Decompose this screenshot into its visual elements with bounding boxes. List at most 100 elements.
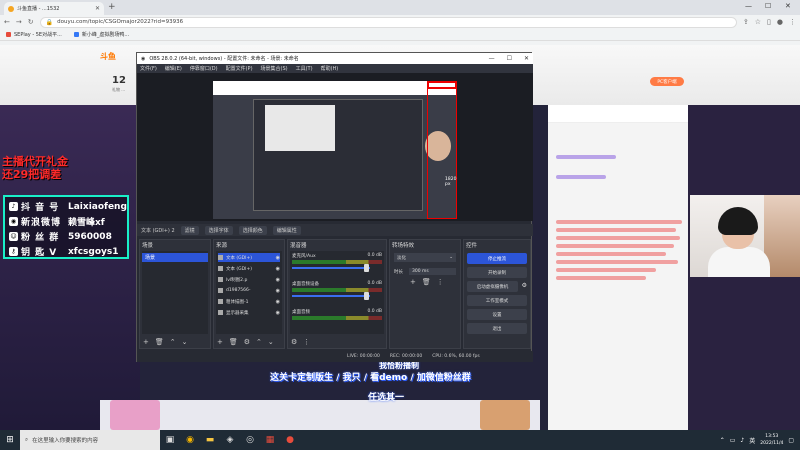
share-icon[interactable]: ⇪ — [743, 18, 749, 26]
more-icon[interactable]: ⋮ — [437, 278, 444, 286]
scenes-list: 场景 — [142, 251, 208, 334]
chrome-icon[interactable]: ◉ — [180, 430, 200, 450]
chevron-up-icon[interactable]: ⌃ — [256, 338, 262, 346]
gear-icon[interactable]: ⚙ — [522, 282, 527, 289]
bookmark-item[interactable]: 新小峰_虚拟剧场鸭... — [73, 31, 129, 38]
edit-properties-button[interactable]: 编辑属性 — [272, 225, 301, 235]
url-bar[interactable]: 🔒 douyu.com/topic/CSGOmajor2022?rid=9393… — [39, 16, 737, 28]
steam-icon[interactable]: ◈ — [220, 430, 240, 450]
source-item[interactable]: 文本 (GDI+) ◉ — [218, 264, 280, 273]
volume-icon[interactable]: ♪ — [740, 437, 744, 444]
source-item[interactable]: d1987566- ◉ — [218, 286, 280, 295]
exit-button[interactable]: 退出 — [467, 323, 527, 334]
more-icon[interactable]: ⋮ — [303, 338, 310, 346]
menu-docks[interactable]: 停靠窗口(D) — [190, 65, 218, 72]
add-icon[interactable]: + — [143, 338, 149, 346]
file-explorer-icon[interactable]: ▬ — [200, 430, 220, 450]
gear-icon[interactable]: ⚙ — [291, 338, 297, 346]
taskbar-clock[interactable]: 13:53 2022/11/4 — [760, 433, 783, 447]
task-view-icon[interactable]: ▣ — [160, 430, 180, 450]
bookmark-star-icon[interactable]: ☆ — [755, 18, 761, 26]
douyu-logo[interactable]: 斗鱼 — [100, 51, 130, 63]
menu-edit[interactable]: 编辑(E) — [165, 65, 182, 72]
chevron-down-icon[interactable]: ⌄ — [268, 338, 274, 346]
gear-icon[interactable]: ⚙ — [244, 338, 250, 346]
input-language[interactable]: 英 — [749, 436, 755, 445]
bookmark-icon — [73, 32, 79, 37]
forward-icon[interactable]: → — [16, 18, 22, 26]
menu-scene-collection[interactable]: 场景集合(S) — [261, 65, 288, 72]
menu-profile[interactable]: 配置文件(P) — [226, 65, 253, 72]
chevron-up-icon[interactable]: ⌃ — [720, 437, 725, 444]
duration-input[interactable]: 300 ms — [409, 268, 456, 275]
close-window-icon[interactable]: ✕ — [785, 2, 791, 10]
controls-title: 控件 — [466, 243, 478, 249]
eye-icon[interactable]: ◉ — [276, 288, 280, 294]
eye-icon[interactable]: ◉ — [276, 277, 280, 283]
tab-close-icon[interactable]: ✕ — [95, 5, 100, 12]
pc-client-button[interactable]: PC客户端 — [650, 77, 684, 86]
settings-button[interactable]: 设置 — [467, 309, 527, 320]
taskbar-search[interactable]: ⌕ 在这里输入你要搜索的内容 — [20, 430, 160, 450]
reload-icon[interactable]: ↻ — [28, 18, 34, 26]
chevron-up-icon[interactable]: ⌃ — [170, 338, 176, 346]
source-selection-box[interactable] — [427, 81, 457, 219]
windows-taskbar: ⊞ ⌕ 在这里输入你要搜索的内容 ▣ ◉ ▬ ◈ ◎ ▦ ● ⌃ ▭ ♪ 英 1… — [0, 430, 800, 450]
volume-slider[interactable] — [292, 295, 370, 297]
trash-icon[interactable]: 🗑 — [422, 278, 431, 286]
menu-file[interactable]: 文件(F) — [140, 65, 157, 72]
add-icon[interactable]: + — [217, 338, 223, 346]
windows-start-icon[interactable]: ⊞ — [0, 430, 20, 450]
obs-minimize-icon[interactable]: — — [489, 55, 495, 62]
obs-close-icon[interactable]: ✕ — [524, 55, 529, 62]
eye-icon[interactable]: ◉ — [276, 266, 280, 272]
browser-tab[interactable]: 斗鱼直播 - ...1532 ✕ — [4, 2, 104, 15]
menu-help[interactable]: 帮助(H) — [321, 65, 339, 72]
source-item[interactable]: 文本 (GDI+) ◉ — [218, 253, 280, 262]
source-selection-handle[interactable] — [427, 81, 457, 89]
volume-slider-handle[interactable] — [364, 292, 369, 300]
trash-icon[interactable]: 🗑 — [155, 338, 164, 346]
minimize-icon[interactable]: — — [745, 2, 752, 10]
obs-maximize-icon[interactable]: ☐ — [507, 55, 512, 62]
obs-taskbar-icon[interactable]: ◎ — [240, 430, 260, 450]
scene-item[interactable]: 场景 — [142, 253, 208, 262]
app-icon[interactable]: ● — [280, 430, 300, 450]
back-icon[interactable]: ← — [4, 18, 10, 26]
eye-icon[interactable]: ◉ — [276, 255, 280, 261]
extensions-icon[interactable]: ▯ — [767, 18, 771, 26]
trash-icon[interactable]: 🗑 — [229, 338, 238, 346]
stop-streaming-button[interactable]: 停止推流 — [467, 253, 527, 264]
volume-slider[interactable] — [292, 267, 370, 269]
image-source-icon — [218, 277, 223, 282]
source-item[interactable]: lvl制图2.p ◉ — [218, 275, 280, 284]
volume-slider-handle[interactable] — [364, 264, 369, 272]
select-font-button[interactable]: 选择字体 — [204, 225, 233, 235]
app-icon[interactable]: ▦ — [260, 430, 280, 450]
profile-icon[interactable]: ● — [777, 18, 783, 26]
gift-item[interactable] — [480, 400, 530, 430]
eye-icon[interactable]: ◉ — [276, 299, 280, 305]
menu-tools[interactable]: 工具(T) — [296, 65, 313, 72]
chevron-down-icon[interactable]: ⌄ — [182, 338, 188, 346]
menu-icon[interactable]: ⋮ — [789, 18, 796, 26]
select-color-button[interactable]: 选择颜色 — [238, 225, 267, 235]
new-tab-button[interactable]: + — [108, 2, 116, 12]
gift-item[interactable] — [110, 400, 160, 430]
start-virtual-camera-button[interactable]: 启动虚拟摄像机 — [467, 281, 518, 292]
studio-mode-button[interactable]: 工作室模式 — [467, 295, 527, 306]
eye-icon[interactable]: ◉ — [276, 310, 280, 316]
maximize-icon[interactable]: ☐ — [765, 2, 771, 10]
source-item[interactable]: 粗体描图-1 ◉ — [218, 297, 280, 306]
network-icon[interactable]: ▭ — [730, 437, 736, 444]
notification-icon[interactable]: ▢ — [788, 437, 794, 444]
mixer-body: 麦克风/Aux 0.0 dB 桌面音频设备 0.0 dB 桌面音频 0.0 dB — [290, 251, 384, 334]
transition-select[interactable]: 淡化 ⌄ — [394, 253, 456, 262]
start-recording-button[interactable]: 开始录制 — [467, 267, 527, 278]
source-item[interactable]: 显示器采集 ◉ — [218, 308, 280, 317]
bookmark-item[interactable]: SEPlay - 5E对战平... — [6, 31, 62, 38]
mixer-channel: 桌面音频设备 0.0 dB — [292, 281, 382, 307]
add-icon[interactable]: + — [410, 278, 416, 286]
obs-preview-canvas[interactable]: 1820 px — [213, 81, 457, 219]
filters-button[interactable]: 滤镜 — [180, 225, 199, 235]
